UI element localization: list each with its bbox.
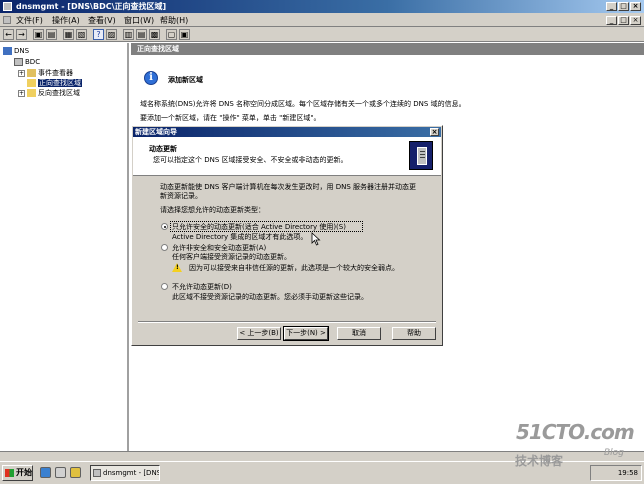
new-zone-wizard-dialog: 新建区域向导 × 动态更新 您可以指定这个 DNS 区域接受安全、不安全或非动态… <box>131 125 443 346</box>
folder-icon <box>27 79 36 87</box>
window-title: dnsmgmt - [DNS\BDC\正向查找区域] <box>16 2 167 11</box>
dialog-header: 动态更新 您可以指定这个 DNS 区域接受安全、不安全或非动态的更新。 <box>133 137 441 176</box>
mdi-minimize-button[interactable]: _ <box>606 16 617 25</box>
dialog-title: 新建区域向导 <box>135 128 177 136</box>
detail-icon[interactable]: ▣ <box>179 29 190 40</box>
ie-icon[interactable] <box>40 467 51 478</box>
dns-icon <box>3 47 12 55</box>
up-folder-icon[interactable]: ▣ <box>33 29 44 40</box>
cancel-button[interactable]: 取消 <box>337 327 381 340</box>
toolbar: ← → ▣ ▤ ▦ ▧ ? ▨ ▥ ▤ ▩ ▢ ▣ <box>0 27 644 42</box>
filter-icon[interactable]: ▢ <box>166 29 177 40</box>
watermark-subtitle: 技术博客 <box>515 454 564 468</box>
tree-item-dns[interactable]: DNS <box>3 46 29 56</box>
server-list-icon[interactable]: ▥ <box>123 29 134 40</box>
menu-window[interactable]: 窗口(W) <box>124 15 154 26</box>
radio-secure-only[interactable] <box>161 223 168 230</box>
step-subtitle: 您可以指定这个 DNS 区域接受安全、不安全或非动态的更新。 <box>153 156 348 164</box>
menu-action[interactable]: 操作(A) <box>52 15 80 26</box>
choice-prompt: 请选择您想允许的动态更新类型： <box>160 206 265 214</box>
menubar: 文件(F) 操作(A) 查看(V) 窗口(W) 帮助(H) _ □ × <box>0 13 644 27</box>
menu-view[interactable]: 查看(V) <box>88 15 116 26</box>
windows-logo-icon <box>5 469 14 477</box>
radio-nonsecure-and-secure[interactable] <box>161 244 168 251</box>
watermark-blog: Blog <box>604 448 624 458</box>
show-tree-icon[interactable]: ▤ <box>46 29 57 40</box>
section-title: 添加新区域 <box>168 76 203 84</box>
option-no-dynamic-desc: 此区域不接受资源记录的动态更新。您必须手动更新这些记录。 <box>172 293 368 301</box>
back-button[interactable]: < 上一步(B) <box>237 327 281 340</box>
event-viewer-icon <box>27 69 36 77</box>
clock[interactable]: 19:58 <box>618 469 638 477</box>
next-button[interactable]: 下一步(N) > <box>283 326 329 341</box>
system-tray: 19:58 <box>590 465 642 481</box>
option-nonsecure-warning: 因为可以接受来自非信任源的更新，此选项是一个较大的安全弱点。 <box>189 264 399 272</box>
properties-icon[interactable]: ? <box>93 29 104 40</box>
column-icon[interactable]: ▤ <box>136 29 147 40</box>
server-icon <box>14 58 23 66</box>
info-icon: i <box>144 71 158 85</box>
intro-paragraph: 域名称系统(DNS)允许将 DNS 名称空间分成区域。每个区域存储有关一个或多个… <box>140 100 466 108</box>
maximize-button[interactable]: □ <box>618 2 629 11</box>
mdi-restore-button[interactable]: □ <box>618 16 629 25</box>
refresh-icon[interactable]: ▦ <box>63 29 74 40</box>
dialog-close-button[interactable]: × <box>430 128 439 136</box>
new-zone-icon[interactable]: ▩ <box>149 29 160 40</box>
mdi-doc-icon[interactable] <box>3 16 11 24</box>
back-arrow-icon[interactable]: ← <box>3 29 14 40</box>
option-nonsecure-desc: 任何客户端接受资源记录的动态更新。 <box>172 253 291 261</box>
warning-icon: ! <box>172 263 182 272</box>
tree-pane: DNS BDC + 事件查看器 正向查找区域 + 反向查找区域 <box>0 43 129 461</box>
pane-header: 正向查找区域 <box>131 43 644 55</box>
button-separator <box>138 321 436 323</box>
show-desktop-icon[interactable] <box>55 467 66 478</box>
window-titlebar[interactable]: dnsmgmt - [DNS\BDC\正向查找区域] _ □ × <box>0 0 644 13</box>
step-title: 动态更新 <box>149 145 177 153</box>
start-button[interactable]: 开始 <box>2 465 33 481</box>
menu-file[interactable]: 文件(F) <box>16 15 43 26</box>
export-list-icon[interactable]: ▧ <box>76 29 87 40</box>
option-secure-only-label[interactable]: 只允许安全的动态更新(适合 Active Directory 使用)(S) <box>172 222 346 232</box>
help-icon[interactable]: ▨ <box>106 29 117 40</box>
option-no-dynamic-label[interactable]: 不允许动态更新(D) <box>172 282 232 292</box>
dialog-titlebar[interactable]: 新建区域向导 × <box>133 127 441 137</box>
radio-no-dynamic[interactable] <box>161 283 168 290</box>
mdi-close-button[interactable]: × <box>630 16 641 25</box>
help-button[interactable]: 帮助 <box>392 327 436 340</box>
minimize-button[interactable]: _ <box>606 2 617 11</box>
expand-toggle[interactable]: + <box>18 90 25 97</box>
tree-item-server[interactable]: BDC <box>14 57 40 67</box>
app-icon <box>3 2 12 11</box>
dnsmgmt-task-icon <box>93 469 101 477</box>
server-wizard-icon <box>409 141 433 170</box>
folder-icon <box>27 89 36 97</box>
explorer-icon[interactable] <box>70 467 81 478</box>
mouse-cursor-icon <box>311 232 321 246</box>
close-button[interactable]: × <box>630 2 641 11</box>
forward-arrow-icon[interactable]: → <box>16 29 27 40</box>
taskbar-item-dnsmgmt[interactable]: dnsmgmt - [DNS\BDC\... <box>90 465 160 481</box>
tree-item-event-viewer[interactable]: 事件查看器 <box>27 68 73 78</box>
expand-toggle[interactable]: + <box>18 70 25 77</box>
tree-item-reverse-zones[interactable]: 反向查找区域 <box>27 88 80 98</box>
watermark-logo: 51CTO.com <box>516 420 635 444</box>
option-secure-only-desc: Active Directory 集成的区域才有此选项。 <box>172 233 308 241</box>
menu-help[interactable]: 帮助(H) <box>160 15 188 26</box>
intro-line-2: 新资源记录。 <box>160 192 202 200</box>
tree-item-forward-zones[interactable]: 正向查找区域 <box>27 78 82 88</box>
instruction-paragraph: 要添加一个新区域，请在 "操作" 菜单，单击 "新建区域"。 <box>140 114 321 122</box>
